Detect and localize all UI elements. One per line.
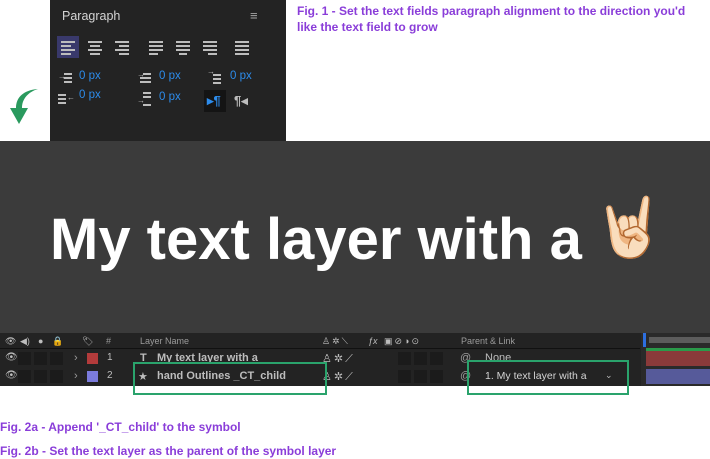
space-after-value[interactable]: 0 px xyxy=(159,91,181,103)
composition-canvas: My text layer with a 🤘🏻 xyxy=(0,141,710,333)
highlight-box-parent xyxy=(467,360,629,395)
align-left-button[interactable] xyxy=(57,36,79,58)
switch-cell[interactable] xyxy=(398,370,411,383)
layer-name-header[interactable]: Layer Name xyxy=(140,336,189,346)
solo-icon[interactable]: ● xyxy=(38,336,43,346)
playhead[interactable] xyxy=(643,333,646,347)
justify-last-left-button[interactable] xyxy=(145,36,167,58)
track-bar-2[interactable] xyxy=(646,369,710,384)
space-after-icon: → xyxy=(137,92,151,106)
audio-toggle[interactable] xyxy=(18,370,31,383)
label-icon[interactable]: 🏷 xyxy=(82,336,93,347)
align-right-button[interactable] xyxy=(111,36,133,58)
eye-icon[interactable]: 👁 xyxy=(5,336,16,347)
highlight-box-layer-name xyxy=(133,362,327,395)
visibility-icon[interactable]: 👁 xyxy=(5,370,18,381)
switch-cell[interactable] xyxy=(430,352,443,365)
space-before-icon: → xyxy=(207,68,221,84)
space-before-value[interactable]: 0 px xyxy=(230,70,252,82)
hamburger-icon[interactable]: ≡ xyxy=(250,8,258,23)
switches-icons: ♙✲⟍ xyxy=(322,336,350,346)
right-to-left-button[interactable]: ¶◂ xyxy=(232,90,254,112)
track-bar-1[interactable] xyxy=(646,351,710,366)
justify-last-right-button[interactable] xyxy=(199,36,221,58)
panel-title: Paragraph xyxy=(62,9,121,23)
left-to-right-button[interactable]: ▸¶ xyxy=(204,90,226,112)
indent-right-icon: ← xyxy=(58,92,75,104)
indent-left-value[interactable]: 0 px xyxy=(79,70,101,82)
timeline-header: 👁 ◀) ● 🔒 🏷 # Layer Name ♙✲⟍ ƒx ▣⊘◑⊙ Pare… xyxy=(0,333,640,348)
indent-right-value[interactable]: 0 px xyxy=(79,89,101,101)
fig2b-caption: Fig. 2b - Set the text layer as the pare… xyxy=(0,444,337,458)
switch-cell[interactable] xyxy=(414,370,427,383)
fx-icon[interactable]: ƒx xyxy=(368,336,378,346)
audio-toggle[interactable] xyxy=(18,352,31,365)
justify-last-center-button[interactable] xyxy=(172,36,194,58)
switches-icons-2: ▣⊘◑⊙ xyxy=(384,336,422,346)
paragraph-panel: Paragraph ≡ → 0 px → 0 px → 0 px ← 0 px … xyxy=(50,0,286,163)
indent-left-icon: → xyxy=(58,71,72,83)
label-color-swatch[interactable] xyxy=(87,353,98,364)
lock-toggle[interactable] xyxy=(50,370,63,383)
switch-cell[interactable] xyxy=(398,352,411,365)
layer-number: 2 xyxy=(107,370,113,381)
parent-link-header: Parent & Link xyxy=(461,336,516,346)
expand-chevron-icon[interactable]: › xyxy=(74,352,78,364)
track-area[interactable] xyxy=(641,333,710,386)
justify-all-button[interactable] xyxy=(231,36,253,58)
align-center-button[interactable] xyxy=(84,36,106,58)
canvas-text-layer: My text layer with a xyxy=(50,207,582,272)
number-header: # xyxy=(106,336,112,346)
work-area-bar[interactable] xyxy=(649,337,710,343)
expand-chevron-icon[interactable]: › xyxy=(74,370,78,382)
fig2a-caption: Fig. 2a - Append '_CT_child' to the symb… xyxy=(0,420,241,434)
audio-icon[interactable]: ◀) xyxy=(20,336,30,347)
indent-first-line-value[interactable]: 0 px xyxy=(159,70,181,82)
switch-cell[interactable] xyxy=(430,370,443,383)
indent-first-line-icon: → xyxy=(137,71,151,83)
lock-icon[interactable]: 🔒 xyxy=(52,336,63,347)
lock-toggle[interactable] xyxy=(50,352,63,365)
fig1-caption: Fig. 1 - Set the text fields paragraph a… xyxy=(297,4,686,34)
solo-toggle[interactable] xyxy=(34,370,47,383)
switch-cell[interactable] xyxy=(414,352,427,365)
green-arrow-icon xyxy=(10,89,38,124)
visibility-icon[interactable]: 👁 xyxy=(5,352,18,363)
solo-toggle[interactable] xyxy=(34,352,47,365)
layer-number: 1 xyxy=(107,352,113,363)
label-color-swatch[interactable] xyxy=(87,371,98,382)
rock-hand-emoji: 🤘🏻 xyxy=(593,195,666,260)
